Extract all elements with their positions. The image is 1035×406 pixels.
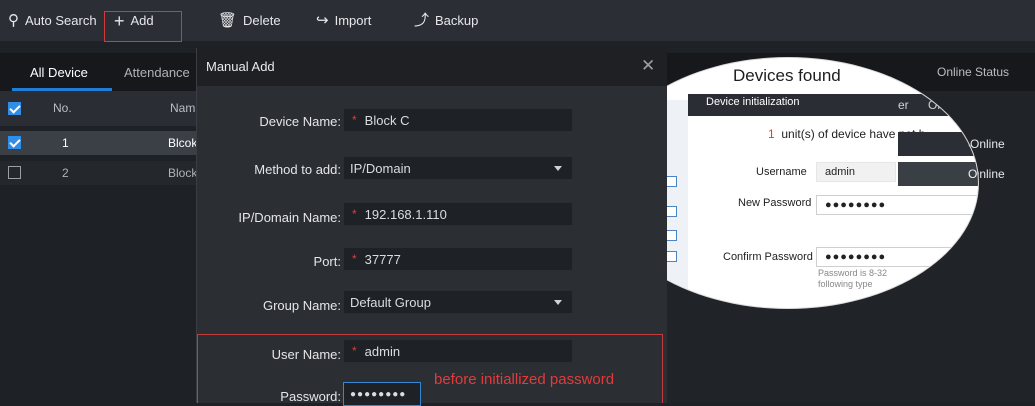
group-select[interactable]: Default Group — [343, 290, 573, 314]
ip-domain-input[interactable]: * 192.168.1.110 — [343, 202, 573, 226]
close-icon[interactable]: ✕ — [641, 56, 655, 76]
password-annotation: before initiallized password — [434, 371, 615, 388]
devices-found-label: Devices found — [733, 66, 841, 85]
device-tabs: All Device Attendance — [0, 53, 200, 91]
dialog-title: Manual Add — [206, 59, 275, 74]
backup-icon: ⤴ — [414, 12, 430, 29]
manual-add-dialog: Manual Add ✕ Device Name: * Block C Meth… — [196, 48, 667, 406]
user-name-input[interactable]: * admin — [343, 339, 573, 363]
auto-search-button[interactable]: ⚲ Auto Search — [8, 0, 97, 41]
confirm-password-input[interactable]: ●●●●●●●● — [816, 247, 978, 267]
row-no: 2 — [62, 166, 69, 180]
tab-attendance[interactable]: Attendance — [124, 53, 190, 91]
device-name-label: Device Name: — [259, 114, 341, 129]
port-input[interactable]: * 37777 — [343, 247, 573, 271]
import-button[interactable]: ↪ Import — [316, 0, 371, 41]
row-checkbox[interactable] — [8, 166, 21, 179]
lens-online-row: Online — [898, 162, 978, 186]
device-init-title: Device initialization — [706, 96, 800, 108]
new-password-input[interactable]: ●●●●●●●● — [816, 195, 978, 215]
grid-header: No. Nam — [0, 91, 200, 126]
chevron-down-icon — [554, 166, 562, 171]
row-name: Block — [168, 166, 198, 180]
device-name-input[interactable]: * Block C — [343, 108, 573, 132]
password-hint: Password is 8-32 — [818, 268, 888, 278]
select-all-checkbox[interactable] — [8, 102, 21, 115]
required-mark: * — [352, 252, 357, 266]
method-label: Method to add: — [254, 162, 341, 177]
add-highlight-box — [104, 11, 182, 42]
backup-button[interactable]: ⤴ Backup — [414, 0, 478, 41]
lens-checkbox[interactable] — [666, 176, 677, 187]
user-name-label: User Name: — [271, 347, 341, 362]
ip-domain-label: IP/Domain Name: — [238, 210, 341, 225]
required-mark: * — [352, 207, 357, 221]
delete-button[interactable]: 🗑 Delete — [218, 0, 281, 41]
password-input[interactable]: ●●●●●●●● — [343, 382, 421, 406]
chevron-down-icon — [554, 300, 562, 305]
tab-all-device[interactable]: All Device — [30, 53, 88, 91]
lens-col-short: er — [898, 98, 909, 112]
table-row[interactable]: 2 Block — [0, 161, 200, 185]
lens-checkbox[interactable] — [666, 251, 677, 262]
lens-online-row: Online — [898, 132, 978, 156]
password-label: Password: — [280, 389, 341, 404]
group-label: Group Name: — [262, 298, 341, 313]
row-name: Blcok — [168, 136, 198, 150]
required-mark: * — [352, 113, 357, 127]
username-input[interactable]: admin — [816, 162, 896, 182]
lens-checkbox[interactable] — [666, 230, 677, 241]
dialog-header: Manual Add ✕ — [197, 48, 667, 86]
table-row[interactable]: 1 Blcok — [0, 131, 200, 155]
confirm-password-label: Confirm Password — [723, 251, 813, 263]
new-password-label: New Password — [738, 197, 812, 209]
trash-icon: 🗑 — [218, 12, 238, 29]
method-select[interactable]: IP/Domain — [343, 156, 573, 180]
import-icon: ↪ — [316, 12, 329, 29]
lens-checkbox[interactable] — [666, 206, 677, 217]
col-name: Nam — [170, 101, 196, 115]
port-label: Port: — [313, 254, 341, 269]
search-icon: ⚲ — [8, 12, 19, 29]
row-checkbox[interactable] — [8, 136, 21, 149]
required-mark: * — [352, 344, 357, 358]
username-label: Username — [756, 166, 807, 178]
col-online-status: Online Status — [937, 65, 1010, 79]
col-no: No. — [53, 101, 72, 115]
row-no: 1 — [62, 136, 69, 150]
password-hint: following type — [818, 279, 873, 289]
lens-online-status-header: Online Status — [928, 98, 978, 112]
